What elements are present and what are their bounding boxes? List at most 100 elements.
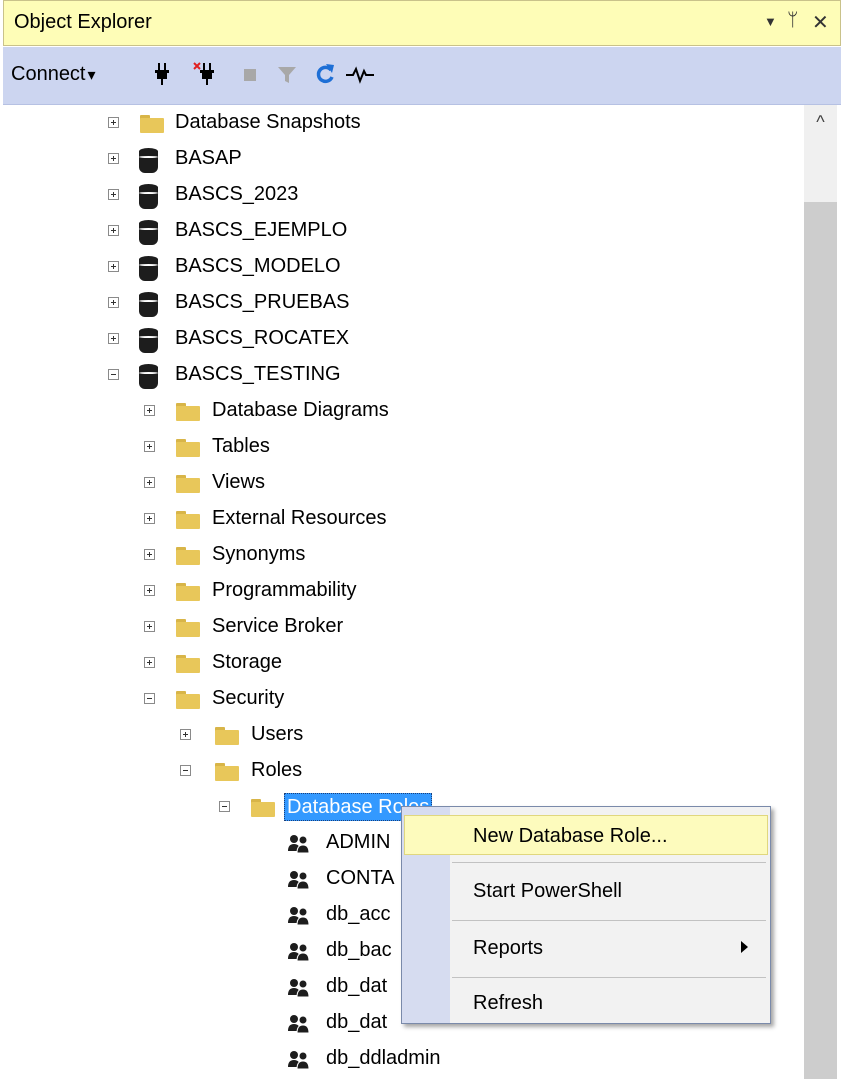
folder-icon <box>215 763 239 781</box>
disconnect-plug-icon[interactable] <box>193 61 217 87</box>
tree-node-label: BASCS_EJEMPLO <box>175 219 348 241</box>
expand-icon[interactable] <box>144 621 155 632</box>
tree-node-users[interactable]: Users <box>3 719 803 753</box>
role-icon <box>288 979 310 998</box>
database-icon <box>139 184 158 209</box>
folder-icon <box>140 115 164 133</box>
tree-node-database-snapshots[interactable]: Database Snapshots <box>3 107 803 141</box>
tree-node-folder[interactable]: Synonyms <box>3 539 803 573</box>
expand-icon[interactable] <box>108 117 119 128</box>
folder-icon <box>176 619 200 637</box>
tree-node-label: BASCS_TESTING <box>175 363 341 385</box>
menu-item-refresh[interactable]: Refresh <box>404 983 768 1023</box>
tree-node-folder[interactable]: Tables <box>3 431 803 465</box>
expand-icon[interactable] <box>108 189 119 200</box>
connect-button[interactable]: Connect ▾ <box>11 63 96 86</box>
menu-item-label: New Database Role... <box>473 825 668 847</box>
submenu-arrow-icon <box>741 941 748 953</box>
expand-icon[interactable] <box>144 441 155 452</box>
scroll-up-arrow-icon[interactable]: ^ <box>804 107 837 137</box>
role-icon <box>288 835 310 854</box>
expand-icon[interactable] <box>108 153 119 164</box>
folder-icon <box>251 799 275 817</box>
context-menu: New Database Role... Start PowerShell Re… <box>401 806 771 1024</box>
expand-icon[interactable] <box>108 261 119 272</box>
tree-node-database[interactable]: BASCS_EJEMPLO <box>3 215 803 249</box>
object-explorer-panel: Object Explorer ▼ ᛘ ✕ Connect ▾ Database… <box>0 0 844 1079</box>
database-icon <box>139 328 158 353</box>
expand-icon[interactable] <box>144 549 155 560</box>
tree-node-label: db_dat <box>326 1011 388 1033</box>
database-icon <box>139 148 158 173</box>
tree-node-database[interactable]: BASCS_2023 <box>3 179 803 213</box>
tree-node-label: BASCS_PRUEBAS <box>175 291 350 313</box>
collapse-icon[interactable] <box>180 765 191 776</box>
menu-item-label: Start PowerShell <box>473 880 622 902</box>
tree-node-label: Views <box>212 471 265 493</box>
tree-node-folder[interactable]: Views <box>3 467 803 501</box>
tree-node-database[interactable]: BASAP <box>3 143 803 177</box>
tree-node-label: CONTA <box>326 867 395 889</box>
filter-icon[interactable] <box>275 61 299 87</box>
database-icon <box>139 256 158 281</box>
role-icon <box>288 871 310 890</box>
connect-plug-icon[interactable] <box>150 61 174 87</box>
tree-node-label: BASCS_MODELO <box>175 255 341 277</box>
database-icon <box>139 292 158 317</box>
tree-node-database[interactable]: BASCS_ROCATEX <box>3 323 803 357</box>
tree-node-folder[interactable]: External Resources <box>3 503 803 537</box>
menu-separator <box>452 920 766 921</box>
role-icon <box>288 943 310 962</box>
expand-icon[interactable] <box>180 729 191 740</box>
auto-hide-pin-icon[interactable]: ᛘ <box>787 10 798 32</box>
window-position-dropdown-icon[interactable]: ▼ <box>764 14 777 29</box>
role-icon <box>288 1015 310 1034</box>
expand-icon[interactable] <box>144 513 155 524</box>
vertical-scrollbar[interactable]: ^ <box>804 105 837 1079</box>
tree-node-folder[interactable]: Database Diagrams <box>3 395 803 429</box>
tree-node-security[interactable]: Security <box>3 683 803 717</box>
tree-node-label: db_dat <box>326 975 388 997</box>
tree-node-roles[interactable]: Roles <box>3 755 803 789</box>
stop-icon[interactable] <box>239 61 263 87</box>
tree-node-folder[interactable]: Storage <box>3 647 803 681</box>
tree-node-label: Service Broker <box>212 615 344 637</box>
collapse-icon[interactable] <box>144 693 155 704</box>
tree-node-label: BASAP <box>175 147 242 169</box>
connect-label: Connect <box>11 63 86 85</box>
tree-node-database[interactable]: BASCS_TESTING <box>3 359 803 393</box>
chevron-down-icon: ▾ <box>87 67 96 84</box>
menu-item-reports[interactable]: Reports <box>404 928 768 968</box>
expand-icon[interactable] <box>108 333 119 344</box>
tree-node-database[interactable]: BASCS_MODELO <box>3 251 803 285</box>
menu-item-start-powershell[interactable]: Start PowerShell <box>404 871 768 911</box>
collapse-icon[interactable] <box>219 801 230 812</box>
close-icon[interactable]: ✕ <box>812 10 829 35</box>
menu-item-new-database-role[interactable]: New Database Role... <box>404 815 768 855</box>
folder-icon <box>176 583 200 601</box>
menu-item-label: Refresh <box>473 992 544 1014</box>
collapse-icon[interactable] <box>108 369 119 380</box>
tree-node-folder[interactable]: Programmability <box>3 575 803 609</box>
tree-node-label: Synonyms <box>212 543 306 565</box>
folder-icon <box>215 727 239 745</box>
expand-icon[interactable] <box>144 477 155 488</box>
tree-node-folder[interactable]: Service Broker <box>3 611 803 645</box>
tree-node-label: BASCS_2023 <box>175 183 299 205</box>
tree-node-role[interactable]: db_ddladmin <box>3 1043 803 1077</box>
refresh-icon[interactable] <box>313 61 337 87</box>
tree-node-label: Storage <box>212 651 283 673</box>
tree-node-label: Security <box>212 687 285 709</box>
expand-icon[interactable] <box>108 297 119 308</box>
expand-icon[interactable] <box>108 225 119 236</box>
tree-node-label: Database Diagrams <box>212 399 389 421</box>
activity-monitor-icon[interactable] <box>345 61 375 87</box>
expand-icon[interactable] <box>144 405 155 416</box>
expand-icon[interactable] <box>144 585 155 596</box>
scrollbar-thumb[interactable] <box>804 202 837 1079</box>
expand-icon[interactable] <box>144 657 155 668</box>
folder-icon <box>176 511 200 529</box>
tree-node-database[interactable]: BASCS_PRUEBAS <box>3 287 803 321</box>
tree-node-label: Roles <box>251 759 303 781</box>
database-icon <box>139 220 158 245</box>
